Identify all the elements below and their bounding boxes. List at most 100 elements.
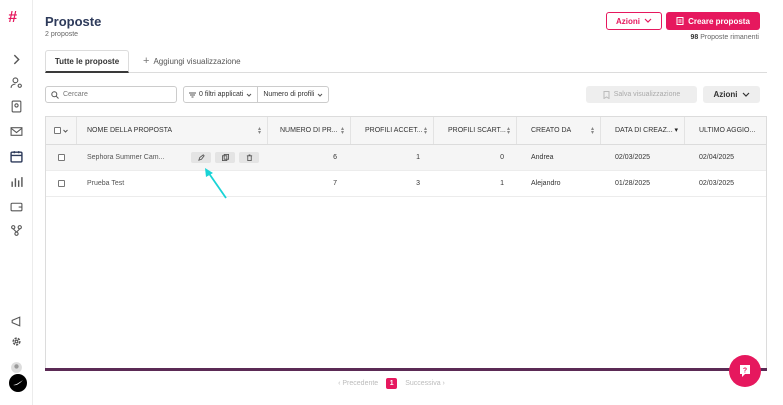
header-num-profiles[interactable]: NUMERO DI PR... ▴ ▾ — [268, 117, 351, 144]
accepted-profiles: 3 — [416, 180, 420, 187]
created-by: Andrea — [531, 154, 554, 161]
chevron-down-icon — [317, 93, 323, 97]
wallet-icon[interactable] — [9, 199, 23, 213]
expand-chevron-icon[interactable] — [9, 52, 23, 66]
header-accepted-label: PROFILI ACCET... — [365, 127, 423, 134]
created-by: Alejandro — [531, 180, 561, 187]
last-update: 02/03/2025 — [699, 180, 735, 187]
document-icon — [676, 17, 684, 25]
header-accepted[interactable]: PROFILI ACCET... ▴ ▾ — [351, 117, 434, 144]
header-name[interactable]: NOME DELLA PROPOSTA ▴ ▾ — [77, 117, 268, 144]
sort-icon: ▴ ▾ — [423, 126, 427, 136]
chevron-down-icon — [247, 93, 252, 97]
row-checkbox[interactable] — [58, 154, 65, 161]
svg-text:?: ? — [743, 368, 747, 375]
horizontal-scrollbar[interactable] — [45, 368, 767, 371]
page-number-button[interactable]: 1 — [386, 378, 398, 389]
prev-page-button[interactable]: ‹ Precedente — [338, 380, 378, 387]
header-created-by[interactable]: CREATO DA ▴ ▾ — [517, 117, 601, 144]
profiles-filter-label: Numero di profili — [263, 91, 315, 98]
sort-desc-icon: ▾ — [674, 127, 678, 134]
delete-button[interactable] — [239, 152, 259, 163]
next-label: Successiva — [405, 380, 441, 387]
network-icon[interactable] — [9, 223, 23, 237]
header-name-label: NOME DELLA PROPOSTA — [87, 127, 173, 134]
table-actions-label: Azioni — [713, 90, 738, 99]
header-rejected[interactable]: PROFILI SCART... ▴ ▾ — [434, 117, 517, 144]
select-all[interactable] — [46, 117, 77, 144]
gear-icon[interactable] — [9, 334, 23, 348]
sort-icon: ▴ ▾ — [257, 126, 261, 136]
chart-icon[interactable] — [9, 174, 23, 188]
logo-icon[interactable]: # — [8, 9, 17, 27]
sidebar: # — [0, 0, 33, 405]
add-view-tab[interactable]: + Aggiungi visualizzazione — [143, 50, 241, 72]
proposals-table: NOME DELLA PROPOSTA ▴ ▾ NUMERO DI PR... ▴ ▾ … — [45, 116, 767, 371]
bookmark-icon — [603, 90, 610, 99]
remaining-proposals: 98 Proposte rimanenti — [690, 34, 759, 41]
header-created-date[interactable]: DATA DI CREAZ... ▾ — [601, 117, 685, 144]
table-row[interactable]: Sephora Summer Cam... 6 1 0 Andrea 02/03… — [46, 145, 766, 171]
header-created-date-label: DATA DI CREAZ... — [615, 127, 673, 134]
trash-icon — [246, 154, 252, 161]
sort-icon: ▴ ▾ — [340, 126, 344, 136]
proposal-name[interactable]: Prueba Test — [77, 171, 268, 196]
header-updated-label: ULTIMO AGGIO... — [699, 127, 756, 134]
page-subtitle: 2 proposte — [45, 31, 79, 38]
header-created-by-label: CREATO DA — [531, 127, 572, 134]
duplicate-button[interactable] — [215, 152, 235, 163]
last-update: 02/04/2025 — [699, 154, 735, 161]
pagination: ‹ Precedente 1 Successiva › — [0, 378, 783, 389]
chevron-down-icon — [742, 92, 749, 97]
tab-bar: Tutte le proposte + Aggiungi visualizzazi… — [45, 50, 767, 73]
table-header: NOME DELLA PROPOSTA ▴ ▾ NUMERO DI PR... ▴ ▾ … — [46, 117, 766, 145]
remaining-count: 98 — [690, 34, 699, 41]
row-actions — [191, 152, 259, 163]
user-avatar-icon[interactable] — [9, 360, 23, 374]
add-view-label: Aggiungi visualizzazione — [153, 56, 241, 66]
table-actions-button[interactable]: Azioni — [703, 86, 760, 103]
contacts-icon[interactable] — [9, 99, 23, 113]
page-title: Proposte — [45, 14, 102, 29]
prev-label: Precedente — [342, 380, 379, 387]
rejected-profiles: 0 — [500, 154, 504, 161]
filters-label: 0 filtri applicati — [199, 91, 244, 98]
profiles-count-filter[interactable]: Numero di profili — [258, 87, 328, 102]
actions-label: Azioni — [616, 16, 640, 26]
calendar-icon[interactable] — [9, 149, 23, 163]
create-proposal-button[interactable]: Creare proposta — [666, 12, 760, 30]
next-page-button[interactable]: Successiva › — [405, 380, 445, 387]
search-icon — [51, 90, 59, 99]
mail-icon[interactable] — [9, 124, 23, 138]
edit-button[interactable] — [191, 152, 211, 163]
megaphone-icon[interactable] — [9, 314, 23, 328]
search-input[interactable] — [63, 91, 163, 98]
help-chat-button[interactable]: ? — [729, 355, 761, 387]
sort-icon: ▴ ▾ — [590, 126, 594, 136]
row-checkbox[interactable] — [58, 180, 65, 187]
filter-group: 0 filtri applicati Numero di profili — [183, 86, 330, 103]
header-updated[interactable]: ULTIMO AGGIO... — [685, 117, 766, 144]
header-rejected-label: PROFILI SCART... — [448, 127, 506, 134]
plus-icon: + — [143, 55, 150, 67]
actions-button[interactable]: Azioni — [606, 12, 662, 30]
table-row[interactable]: Prueba Test 7 3 1 Alejandro 01/28/2025 0… — [46, 171, 766, 197]
filter-icon — [189, 92, 196, 97]
header-num-label: NUMERO DI PR... — [280, 127, 338, 134]
rejected-profiles: 1 — [500, 180, 504, 187]
search-box[interactable] — [45, 86, 177, 103]
select-all-checkbox[interactable] — [54, 127, 61, 134]
chevron-down-icon — [63, 129, 68, 133]
save-view-button[interactable]: Salva visualizzazione — [586, 86, 697, 103]
num-profiles: 7 — [333, 180, 337, 187]
copy-icon — [221, 154, 229, 161]
num-profiles: 6 — [333, 154, 337, 161]
tab-all-proposals[interactable]: Tutte le proposte — [45, 50, 129, 73]
create-proposal-label: Creare proposta — [688, 16, 750, 26]
chevron-down-icon — [644, 18, 652, 23]
creation-date: 01/28/2025 — [615, 180, 651, 187]
user-search-icon[interactable] — [9, 75, 23, 89]
accepted-profiles: 1 — [416, 154, 420, 161]
save-view-label: Salva visualizzazione — [613, 91, 681, 98]
filters-dropdown[interactable]: 0 filtri applicati — [184, 87, 259, 102]
